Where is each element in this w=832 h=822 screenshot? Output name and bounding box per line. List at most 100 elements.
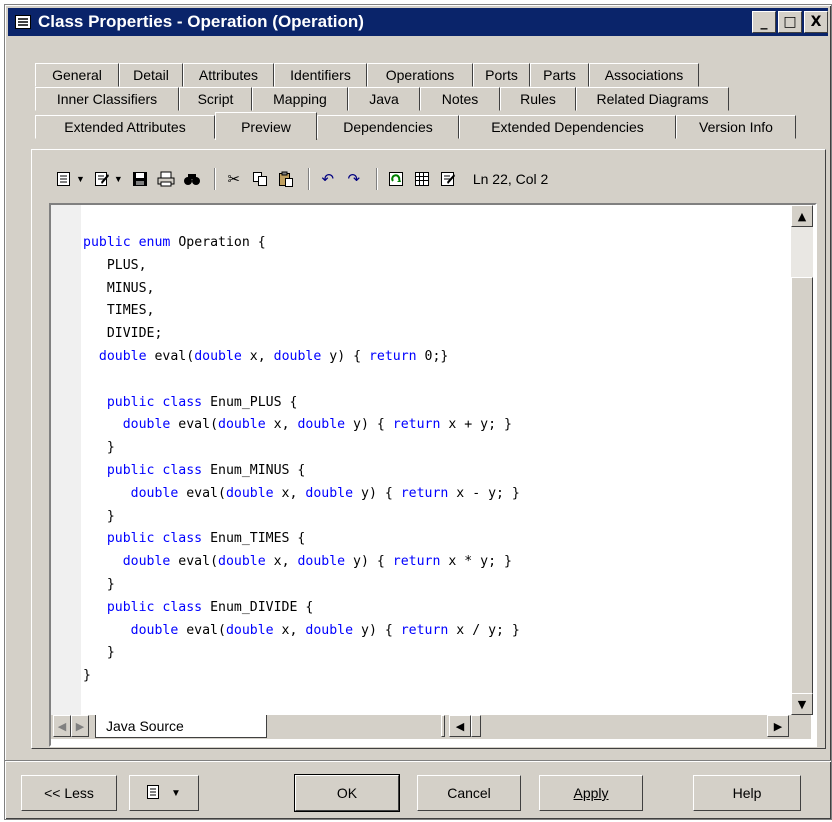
tab-ports[interactable]: Ports bbox=[473, 63, 530, 87]
splitter-handle[interactable] bbox=[441, 715, 445, 737]
tab-associations[interactable]: Associations bbox=[589, 63, 699, 87]
tab-detail[interactable]: Detail bbox=[119, 63, 183, 87]
code-line: double eval(double x, double y) { return… bbox=[130, 622, 520, 638]
more-options-button[interactable]: ▼ bbox=[129, 775, 199, 811]
apply-button-label: Apply bbox=[573, 785, 609, 801]
tab-extended-dependencies[interactable]: Extended Dependencies bbox=[459, 115, 676, 139]
scroll-down-button[interactable]: ▼ bbox=[791, 693, 813, 715]
arrow-left-icon: ◀ bbox=[455, 719, 465, 733]
code-line: } bbox=[83, 440, 115, 456]
tab-dependencies[interactable]: Dependencies bbox=[317, 115, 459, 139]
window-title: Class Properties - Operation (Operation) bbox=[38, 12, 364, 31]
tab-notes[interactable]: Notes bbox=[420, 87, 500, 111]
dialog-buttons: << Less ▼ OK Cancel Apply Help bbox=[5, 774, 831, 817]
vertical-scrollbar[interactable]: ▲ ▼ bbox=[791, 205, 813, 715]
less-button[interactable]: << Less bbox=[21, 775, 117, 811]
undo-icon[interactable]: ↶ bbox=[317, 168, 339, 190]
code-editor[interactable]: public enum Operation { PLUS, MINUS, TIM… bbox=[49, 203, 817, 747]
print-icon[interactable] bbox=[155, 168, 177, 190]
properties-window-icon[interactable] bbox=[14, 14, 32, 30]
save-icon[interactable] bbox=[129, 168, 151, 190]
code-line: MINUS, bbox=[106, 280, 155, 296]
code-line: public class Enum_DIVIDE { bbox=[106, 599, 314, 615]
preview-options-dropdown-icon[interactable]: ▼ bbox=[76, 174, 85, 184]
tab-parts[interactable]: Parts bbox=[530, 63, 589, 87]
help-button[interactable]: Help bbox=[693, 775, 801, 811]
scroll-up-button[interactable]: ▲ bbox=[791, 205, 813, 227]
code-line: double eval(double x, double y) { return… bbox=[122, 554, 512, 570]
arrow-right-icon: ▶ bbox=[773, 719, 783, 733]
redo-icon[interactable]: ↷ bbox=[343, 168, 365, 190]
code-line: public class Enum_TIMES { bbox=[106, 531, 306, 547]
code-line: public class Enum_MINUS { bbox=[106, 462, 306, 478]
code-line: } bbox=[83, 508, 115, 524]
tab-mapping[interactable]: Mapping bbox=[252, 87, 348, 111]
ok-button[interactable]: OK bbox=[294, 774, 400, 812]
tab-general[interactable]: General bbox=[35, 63, 119, 87]
dialog-separator bbox=[5, 760, 831, 762]
code-content[interactable]: public enum Operation { PLUS, MINUS, TIM… bbox=[83, 232, 520, 688]
class-properties-dialog: Class Properties - Operation (Operation)… bbox=[4, 4, 832, 820]
maximize-icon: □ bbox=[783, 14, 797, 30]
find-icon[interactable] bbox=[181, 168, 203, 190]
tab-inner-classifiers[interactable]: Inner Classifiers bbox=[35, 87, 179, 111]
tab-row-1: General Detail Attributes Identifiers Op… bbox=[35, 63, 699, 87]
cancel-button[interactable]: Cancel bbox=[417, 775, 521, 811]
scroll-right-button[interactable]: ▶ bbox=[767, 715, 789, 737]
editor-bottom-bar: ◀ ▶ Java Source ◀ ▶ bbox=[51, 715, 811, 739]
paste-icon[interactable] bbox=[275, 168, 297, 190]
vertical-scroll-thumb[interactable] bbox=[791, 277, 813, 695]
tab-related-diagrams[interactable]: Related Diagrams bbox=[576, 87, 729, 111]
code-line: } bbox=[83, 668, 91, 684]
tab-script[interactable]: Script bbox=[179, 87, 252, 111]
arrow-down-icon: ▼ bbox=[797, 697, 807, 711]
apply-button[interactable]: Apply bbox=[539, 775, 643, 811]
editor-gutter bbox=[51, 205, 81, 715]
toolbar-separator bbox=[213, 168, 216, 190]
less-button-label: << Less bbox=[44, 785, 94, 801]
title-bar[interactable]: Class Properties - Operation (Operation)… bbox=[8, 8, 828, 36]
tab-rules[interactable]: Rules bbox=[500, 87, 576, 111]
java-source-tab-label: Java Source bbox=[106, 718, 184, 734]
edit-icon[interactable] bbox=[91, 168, 113, 190]
arrow-right-icon: ▶ bbox=[75, 719, 85, 733]
preview-options-icon[interactable] bbox=[53, 168, 75, 190]
cut-icon[interactable]: ✂ bbox=[223, 168, 245, 190]
tab-java[interactable]: Java bbox=[348, 87, 420, 111]
close-button[interactable]: X bbox=[804, 11, 828, 33]
tab-operations[interactable]: Operations bbox=[367, 63, 473, 87]
code-line: TIMES, bbox=[106, 303, 155, 319]
tab-identifiers[interactable]: Identifiers bbox=[274, 63, 367, 87]
minimize-icon: _ bbox=[760, 14, 768, 30]
maximize-button[interactable]: □ bbox=[778, 11, 802, 33]
code-line: } bbox=[83, 576, 115, 592]
java-source-tab[interactable]: Java Source bbox=[95, 715, 267, 738]
refresh-icon[interactable] bbox=[385, 168, 407, 190]
tab-extended-attributes[interactable]: Extended Attributes bbox=[35, 115, 215, 139]
tab-attributes[interactable]: Attributes bbox=[183, 63, 274, 87]
more-options-icon bbox=[147, 784, 161, 802]
preview-toolbar: ▼ ▼ ✂ ↶ ↷ Ln 22, Col 2 bbox=[53, 165, 548, 193]
close-icon: X bbox=[810, 14, 822, 30]
tab-preview[interactable]: Preview bbox=[215, 112, 317, 140]
code-line: public enum Operation { bbox=[83, 235, 266, 250]
horizontal-scroll-thumb[interactable] bbox=[471, 715, 481, 737]
code-line: public class Enum_PLUS { bbox=[106, 394, 298, 410]
chevron-down-icon: ▼ bbox=[171, 787, 181, 799]
tab-version-info[interactable]: Version Info bbox=[676, 115, 796, 139]
scroll-left-button[interactable]: ◀ bbox=[449, 715, 471, 737]
tab-scroll-right-button[interactable]: ▶ bbox=[71, 715, 89, 737]
grid-icon[interactable] bbox=[411, 168, 433, 190]
tab-scroll-left-button[interactable]: ◀ bbox=[53, 715, 71, 737]
copy-icon[interactable] bbox=[249, 168, 271, 190]
help-button-label: Help bbox=[732, 785, 762, 801]
edit-script-icon[interactable] bbox=[437, 168, 459, 190]
arrow-left-icon: ◀ bbox=[57, 719, 67, 733]
minimize-button[interactable]: _ bbox=[752, 11, 776, 33]
vertical-scroll-track[interactable] bbox=[791, 227, 813, 695]
edit-dropdown-icon[interactable]: ▼ bbox=[114, 174, 123, 184]
toolbar-separator bbox=[375, 168, 378, 190]
ok-button-label: OK bbox=[336, 785, 358, 801]
toolbar-separator bbox=[307, 168, 310, 190]
